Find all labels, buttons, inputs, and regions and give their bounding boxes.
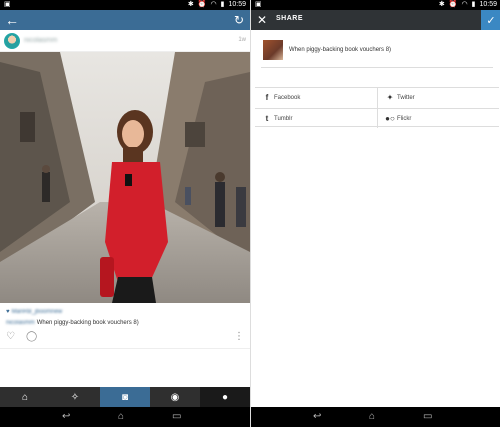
like-heart-icon[interactable]: ♡: [6, 332, 15, 342]
post-caption: nicolasmm When piggy-backing book voucher…: [6, 320, 139, 326]
bottom-tab-bar: ⌂ ✧ ◙ ◉ ●: [0, 387, 250, 407]
divider: [0, 348, 250, 349]
recents-nav-icon[interactable]: ▭: [172, 410, 181, 424]
service-label: Facebook: [274, 95, 301, 101]
share-tumblr[interactable]: t Tumblr: [255, 108, 377, 128]
status-time: 10:59: [228, 1, 246, 8]
post-thumbnail: [263, 40, 283, 60]
share-screen: ▣ ✱ ⏰ ◠ ▮ 10:59 ✕ SHARE ✓ When piggy-bac…: [250, 0, 500, 427]
status-bar: ▣ ✱ ⏰ ◠ ▮ 10:59: [251, 0, 500, 10]
back-nav-icon[interactable]: ↩: [313, 410, 321, 424]
camera-icon: ◙: [121, 391, 129, 403]
share-preview: When piggy-backing book vouchers 8): [251, 30, 500, 72]
home-nav-icon[interactable]: ⌂: [118, 410, 124, 424]
divider: [261, 67, 493, 68]
app-header: ← ↻: [0, 10, 250, 30]
service-label: Flickr: [397, 116, 412, 122]
post-actions: ♡ ◯ ⋮: [6, 332, 246, 344]
wifi-icon: ◠: [210, 1, 217, 8]
avatar[interactable]: [4, 33, 20, 49]
service-label: Twitter: [397, 95, 415, 101]
share-twitter[interactable]: ✦ Twitter: [377, 88, 499, 108]
post-header: nicolasmm 1w: [0, 30, 250, 52]
alarm-icon: ⏰: [448, 1, 458, 8]
check-icon: ✓: [486, 14, 496, 27]
caption-username[interactable]: nicolasmm: [6, 320, 35, 326]
more-options-icon[interactable]: ⋮: [234, 332, 244, 342]
home-icon: ⌂: [21, 391, 29, 403]
likes-line[interactable]: ♥ ManRB_jboomnew: [6, 309, 62, 315]
screenshot-icon: ▣: [255, 1, 262, 8]
refresh-icon[interactable]: ↻: [234, 12, 244, 28]
tab-explore[interactable]: ✧: [50, 387, 100, 407]
post-username[interactable]: nicolasmm: [24, 37, 57, 44]
close-icon[interactable]: ✕: [257, 12, 267, 28]
instagram-feed-screen: ▣ ✱ ⏰ ◠ ▮ 10:59 ← ↻ nicolasmm 1w ♥ ManRB…: [0, 0, 250, 427]
confirm-button[interactable]: ✓: [481, 10, 500, 30]
tab-profile[interactable]: ●: [200, 387, 250, 407]
android-nav-bar: ↩ ⌂ ▭: [251, 407, 500, 427]
post-photo[interactable]: [0, 52, 250, 303]
tab-activity[interactable]: ◉: [150, 387, 200, 407]
screenshot-icon: ▣: [4, 1, 11, 8]
caption-text: When piggy-backing book vouchers 8): [36, 320, 139, 326]
back-arrow-icon[interactable]: ←: [5, 11, 19, 29]
android-nav-bar: ↩ ⌂ ▭: [0, 407, 250, 427]
share-header: ✕ SHARE ✓: [251, 10, 500, 30]
twitter-icon: ✦: [386, 93, 394, 102]
comment-icon[interactable]: ◯: [26, 332, 37, 342]
share-caption[interactable]: When piggy-backing book vouchers 8): [289, 47, 391, 53]
battery-icon: ▮: [220, 1, 225, 8]
tab-home[interactable]: ⌂: [0, 387, 50, 407]
status-time: 10:59: [479, 1, 497, 8]
share-flickr[interactable]: ●○ Flickr: [377, 108, 499, 128]
status-bar: ▣ ✱ ⏰ ◠ ▮ 10:59: [0, 0, 250, 10]
home-nav-icon[interactable]: ⌂: [369, 410, 375, 424]
profile-icon: ●: [221, 391, 229, 403]
likes-names[interactable]: ManRB_jboomnew: [12, 309, 63, 315]
activity-icon: ◉: [170, 391, 180, 403]
facebook-icon: f: [265, 93, 269, 102]
share-services: f Facebook ✦ Twitter t Tumblr ●○ Flickr: [255, 87, 499, 128]
back-nav-icon[interactable]: ↩: [62, 410, 70, 424]
tumblr-icon: t: [265, 114, 269, 123]
flickr-icon: ●○: [385, 114, 395, 123]
bluetooth-icon: ✱: [187, 1, 194, 8]
alarm-icon: ⏰: [197, 1, 207, 8]
tab-camera[interactable]: ◙: [100, 387, 150, 407]
heart-icon: ♥: [6, 309, 10, 315]
post-timestamp: 1w: [238, 37, 246, 43]
service-label: Tumblr: [274, 116, 293, 122]
page-title: SHARE: [276, 15, 304, 22]
recents-nav-icon[interactable]: ▭: [423, 410, 432, 424]
wifi-icon: ◠: [461, 1, 468, 8]
bluetooth-icon: ✱: [438, 1, 445, 8]
battery-icon: ▮: [471, 1, 476, 8]
explore-icon: ✧: [70, 391, 80, 403]
share-facebook[interactable]: f Facebook: [255, 88, 377, 108]
